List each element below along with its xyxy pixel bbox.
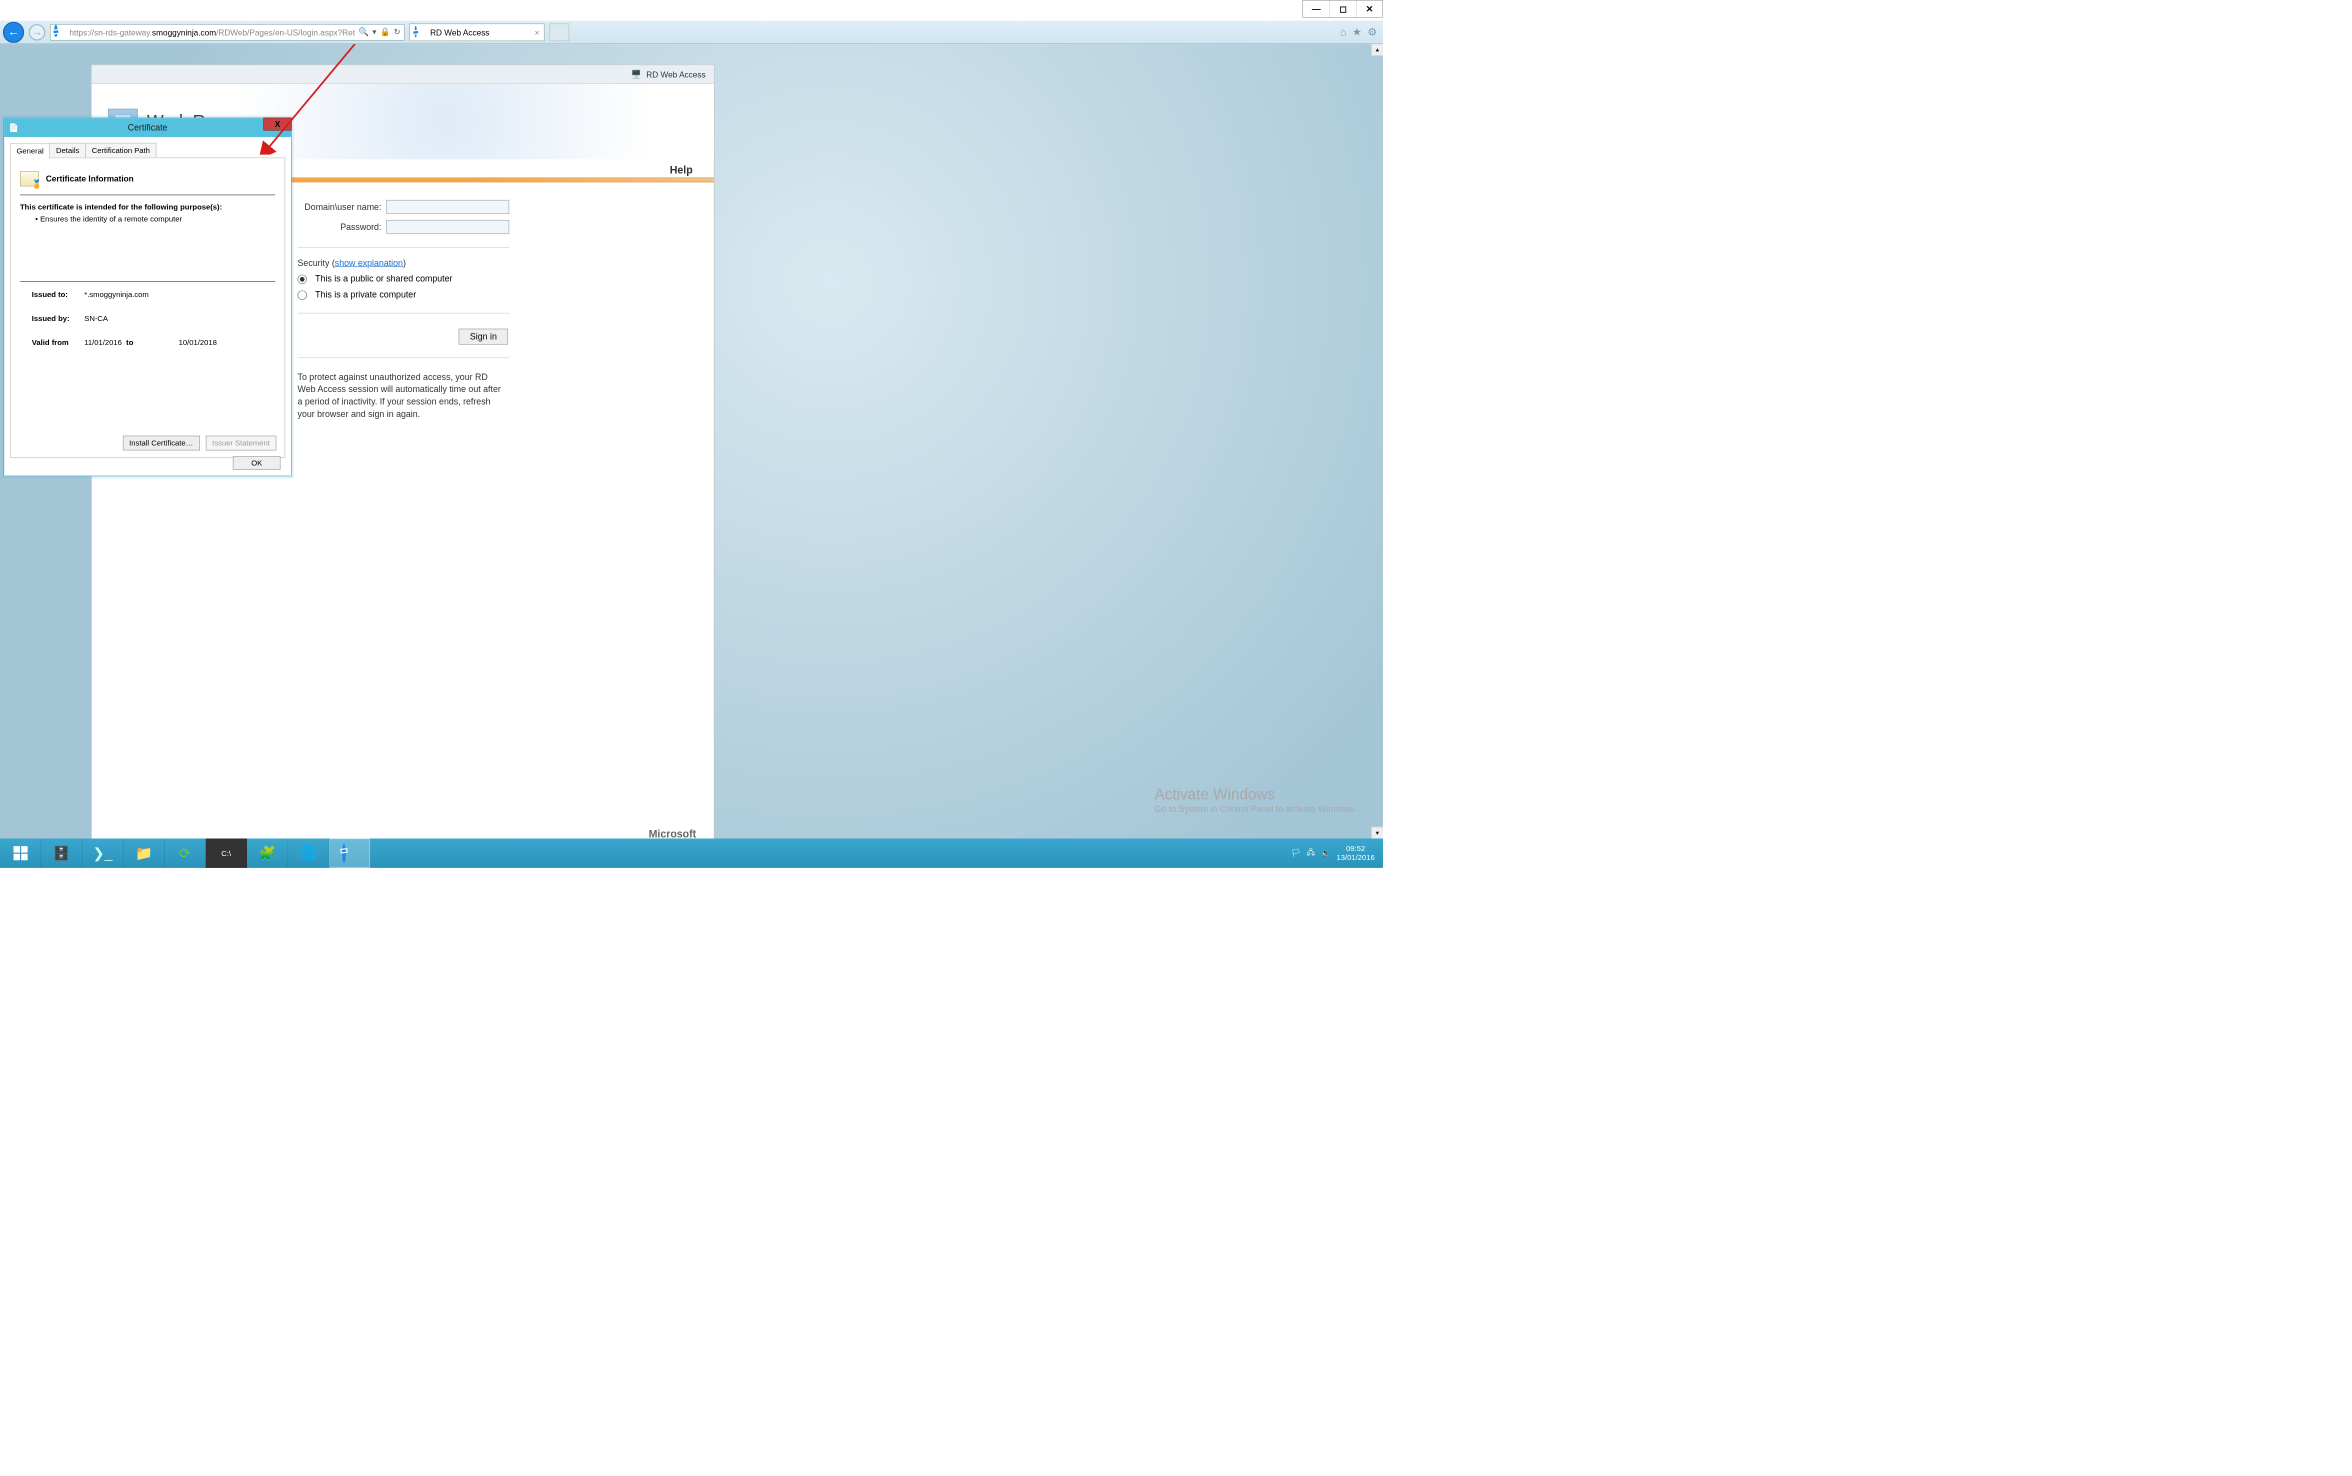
taskbar-app-1[interactable]: 🧩 bbox=[247, 838, 288, 867]
taskbar-vmware[interactable]: ⟳ bbox=[165, 838, 206, 867]
tray-volume-icon[interactable]: 🔈 bbox=[1321, 848, 1331, 857]
domain-user-input[interactable] bbox=[386, 200, 509, 214]
scrollbar-up[interactable]: ▴ bbox=[1371, 44, 1383, 56]
certificate-icon bbox=[20, 171, 39, 186]
tab-details[interactable]: Details bbox=[50, 143, 86, 158]
taskbar-powershell[interactable]: ❯_ bbox=[82, 838, 123, 867]
favorites-icon[interactable]: ★ bbox=[1352, 26, 1361, 38]
microsoft-brand: Microsoft bbox=[649, 828, 697, 839]
addr-dropdown-icon[interactable]: ▾ bbox=[372, 27, 376, 37]
timeout-note: To protect against unauthorized access, … bbox=[298, 371, 501, 420]
rdweb-topbar-label: RD Web Access bbox=[646, 70, 705, 79]
tray-flag-icon[interactable]: 🏳 bbox=[1291, 848, 1301, 857]
nav-back-button[interactable]: ← bbox=[3, 21, 24, 42]
public-computer-label: This is a public or shared computer bbox=[315, 274, 452, 284]
security-line: Security (show explanation) bbox=[298, 258, 510, 268]
cert-title-text: Certificate bbox=[128, 123, 168, 133]
browser-tab[interactable]: RD Web Access × bbox=[410, 23, 545, 41]
nav-forward-button[interactable]: → bbox=[29, 24, 45, 40]
issued-by-row: Issued by: SN-CA bbox=[32, 314, 264, 323]
address-bar[interactable]: https://sn-rds-gateway.smoggyninja.com/R… bbox=[50, 24, 405, 40]
os-window-controls: — ◻ ✕ bbox=[1302, 0, 1383, 18]
signin-button[interactable]: Sign in bbox=[459, 329, 508, 345]
cert-info-heading: Certificate Information bbox=[46, 174, 134, 183]
tray-network-icon[interactable]: 🖧 bbox=[1307, 847, 1316, 860]
rdweb-topbar-icon: 🖥️ bbox=[631, 69, 641, 79]
start-button[interactable] bbox=[0, 838, 41, 867]
browser-viewport: ▴ ▾ 🖥️ RD Web Access Work Resources Help… bbox=[0, 44, 1383, 838]
private-computer-radio[interactable] bbox=[298, 290, 307, 299]
maximize-button[interactable]: ◻ bbox=[1329, 1, 1355, 17]
system-tray: 🏳 🖧 🔈 09:52 13/01/2016 bbox=[1283, 838, 1383, 867]
private-computer-label: This is a private computer bbox=[315, 290, 416, 300]
windows-logo-icon bbox=[13, 846, 27, 860]
lock-icon[interactable]: 🔒 bbox=[380, 27, 390, 37]
tab-certification-path[interactable]: Certification Path bbox=[85, 143, 156, 158]
search-icon[interactable]: 🔍 bbox=[359, 27, 369, 37]
scrollbar-down[interactable]: ▾ bbox=[1371, 827, 1383, 839]
valid-row: Valid from 11/01/2016 to 10/01/2018 bbox=[32, 338, 264, 347]
cert-general-pane: Certificate Information This certificate… bbox=[10, 158, 285, 458]
activate-watermark: Activate Windows Go to System in Control… bbox=[1155, 785, 1357, 815]
password-label: Password: bbox=[298, 222, 382, 232]
public-computer-radio[interactable] bbox=[298, 274, 307, 283]
issuer-statement-button: Issuer Statement bbox=[206, 436, 277, 451]
domain-user-label: Domain\user name: bbox=[298, 202, 382, 212]
refresh-icon[interactable]: ↻ bbox=[394, 27, 401, 37]
taskbar-explorer[interactable]: 📁 bbox=[123, 838, 164, 867]
cert-purpose-item: • Ensures the identity of a remote compu… bbox=[35, 215, 275, 224]
cert-ok-button[interactable]: OK bbox=[233, 456, 281, 470]
taskbar-app-2[interactable]: 🌐 bbox=[288, 838, 329, 867]
ie-logo-icon bbox=[415, 27, 426, 38]
browser-toolbar: ← → https://sn-rds-gateway.smoggyninja.c… bbox=[0, 21, 1383, 45]
taskbar-cmd[interactable]: C:\ bbox=[206, 838, 247, 867]
minimize-button[interactable]: — bbox=[1303, 1, 1329, 17]
show-explanation-link[interactable]: show explanation bbox=[335, 258, 403, 268]
ie-logo-icon bbox=[54, 26, 66, 38]
taskbar: 🗄️ ❯_ 📁 ⟳ C:\ 🧩 🌐 🏳 🖧 🔈 09:52 13/01/2016 bbox=[0, 838, 1383, 867]
close-window-button[interactable]: ✕ bbox=[1356, 1, 1382, 17]
tray-clock[interactable]: 09:52 13/01/2016 bbox=[1336, 844, 1374, 862]
home-icon[interactable]: ⌂ bbox=[1340, 26, 1346, 38]
password-input[interactable] bbox=[386, 220, 509, 234]
taskbar-server-manager[interactable]: 🗄️ bbox=[41, 838, 82, 867]
certificate-dialog: 📄 Certificate X General Details Certific… bbox=[4, 118, 292, 477]
tab-close-icon[interactable]: × bbox=[535, 27, 540, 36]
cert-titlebar-icon: 📄 bbox=[9, 123, 19, 133]
rdweb-topbar: 🖥️ RD Web Access bbox=[92, 65, 714, 84]
tools-gear-icon[interactable]: ⚙ bbox=[1368, 26, 1377, 38]
cert-close-button[interactable]: X bbox=[263, 118, 291, 131]
cert-tabs: General Details Certification Path bbox=[10, 143, 285, 158]
taskbar-ie[interactable] bbox=[329, 838, 370, 867]
new-tab-button[interactable] bbox=[549, 23, 569, 41]
cert-titlebar: 📄 Certificate X bbox=[4, 118, 291, 137]
install-certificate-button[interactable]: Install Certificate… bbox=[123, 436, 200, 451]
issued-to-row: Issued to: *.smoggyninja.com bbox=[32, 290, 264, 299]
tab-general[interactable]: General bbox=[10, 143, 50, 158]
tab-title: RD Web Access bbox=[430, 27, 489, 36]
url-text: https://sn-rds-gateway.smoggyninja.com/R… bbox=[69, 27, 355, 36]
cert-purpose-label: This certificate is intended for the fol… bbox=[20, 202, 275, 211]
